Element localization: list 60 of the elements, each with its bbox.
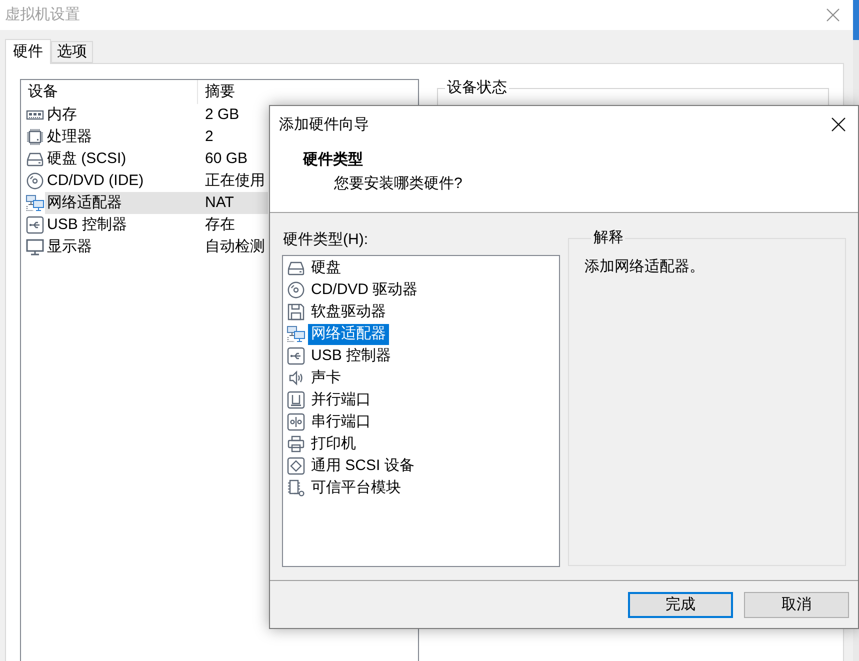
dialog-subheading: 您要安装哪类硬件? bbox=[334, 174, 462, 194]
group-label: 解释 bbox=[592, 228, 624, 248]
table-cell-text: 60 GB bbox=[204, 148, 249, 169]
list-item[interactable]: 硬盘 bbox=[308, 258, 344, 278]
table-cell-text: 显示器 bbox=[46, 236, 93, 257]
group-label: 设备状态 bbox=[446, 78, 508, 98]
list-item[interactable]: 并行端口 bbox=[308, 390, 374, 410]
speaker-icon bbox=[287, 369, 305, 387]
column-header: 设备 bbox=[21, 80, 198, 104]
usb-icon bbox=[26, 216, 44, 234]
tab[interactable]: 硬件 bbox=[5, 39, 51, 64]
table-cell-text: CD/DVD (IDE) bbox=[46, 170, 145, 191]
list-item[interactable]: 打印机 bbox=[308, 434, 359, 454]
list-item[interactable]: 串行端口 bbox=[308, 412, 374, 432]
network-icon bbox=[26, 194, 44, 212]
list-item[interactable]: CD/DVD 驱动器 bbox=[308, 280, 421, 300]
disc-icon bbox=[26, 172, 44, 190]
list-item[interactable]: USB 控制器 bbox=[308, 346, 394, 366]
background-window-edge bbox=[853, 0, 859, 40]
diamond-icon bbox=[287, 457, 305, 475]
tab[interactable]: 选项 bbox=[51, 41, 93, 63]
table-cell-text: 2 GB bbox=[204, 104, 240, 125]
window-title: 虚拟机设置 bbox=[5, 5, 80, 25]
close-icon bbox=[831, 117, 846, 132]
hardware-list[interactable]: 硬盘 CD/DVD 驱动器 软盘驱动器 网络适配器 USB 控制器 声卡 并行端口 串行端口 打印机 通用 SCSI 设备 可信平台模块 bbox=[282, 255, 560, 567]
chip-key-icon bbox=[287, 479, 305, 497]
chip-icon bbox=[26, 128, 44, 146]
hard-disk-icon bbox=[287, 259, 305, 277]
table-cell-text: USB 控制器 bbox=[46, 214, 128, 235]
dialog-button[interactable]: 完成 bbox=[628, 592, 733, 618]
close-icon bbox=[826, 8, 840, 22]
list-item[interactable]: 声卡 bbox=[308, 368, 344, 388]
dialog-title: 添加硬件向导 bbox=[279, 114, 369, 134]
close-button[interactable] bbox=[831, 117, 846, 132]
list-item[interactable]: 通用 SCSI 设备 bbox=[308, 456, 418, 476]
list-item[interactable]: 软盘驱动器 bbox=[308, 302, 389, 322]
table-cell: NAT bbox=[197, 192, 268, 214]
table-cell-text: 处理器 bbox=[46, 126, 93, 147]
table-cell-text: 正在使用 bbox=[204, 170, 266, 191]
table-cell-text: 硬盘 (SCSI) bbox=[46, 148, 128, 169]
hard-disk-icon bbox=[26, 150, 44, 168]
serial-port-icon bbox=[287, 413, 305, 431]
list-label: 硬件类型(H): bbox=[283, 230, 368, 250]
column-header: 摘要 bbox=[204, 82, 236, 102]
usb-icon bbox=[287, 347, 305, 365]
monitor-icon bbox=[26, 238, 44, 256]
list-item[interactable]: 网络适配器 bbox=[308, 324, 389, 344]
table-cell-text: 内存 bbox=[46, 104, 78, 125]
disc-icon bbox=[287, 281, 305, 299]
parallel-port-icon bbox=[287, 391, 305, 409]
printer-icon bbox=[287, 435, 305, 453]
list-item[interactable]: 可信平台模块 bbox=[308, 478, 404, 498]
table-cell-text: 自动检测 bbox=[204, 236, 266, 257]
explanation-text: 添加网络适配器。 bbox=[584, 257, 706, 277]
network-icon bbox=[287, 325, 305, 343]
table-cell-text: 2 bbox=[204, 126, 214, 147]
dialog-heading: 硬件类型 bbox=[303, 150, 363, 170]
dialog-button[interactable]: 取消 bbox=[744, 592, 849, 618]
table-cell-text: 存在 bbox=[204, 214, 236, 235]
table-cell: 网络适配器 bbox=[45, 192, 197, 214]
